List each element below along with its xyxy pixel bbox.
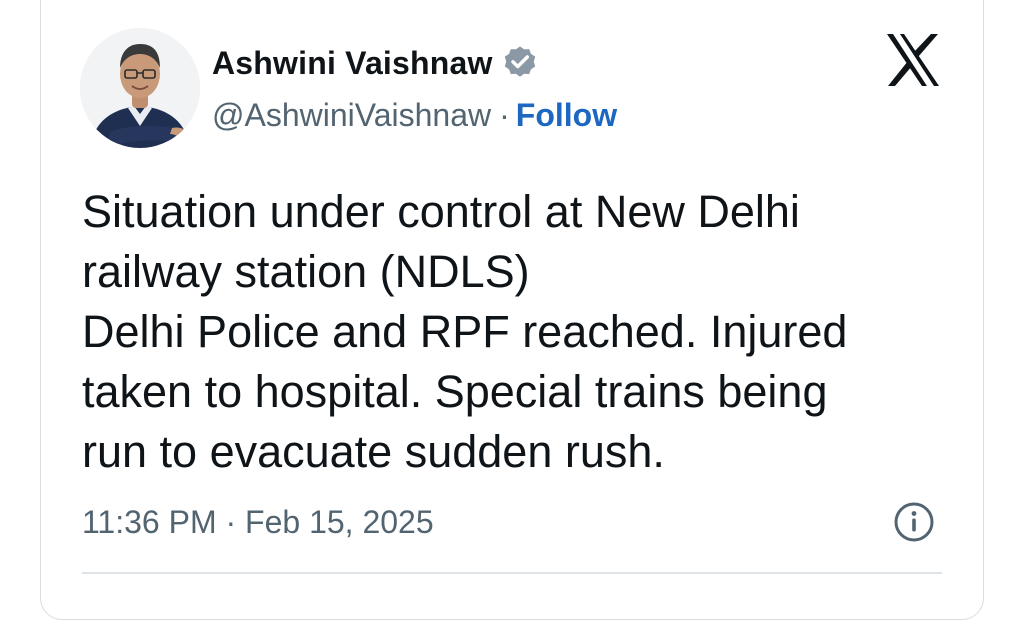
follow-button[interactable]: Follow xyxy=(516,97,617,134)
tweet-timestamp[interactable]: 11:36 PM · Feb 15, 2025 xyxy=(82,500,434,544)
author-avatar[interactable] xyxy=(80,28,200,148)
tweet-date: Feb 15, 2025 xyxy=(245,504,434,540)
info-icon[interactable] xyxy=(892,500,936,544)
tweet-line: Situation under control at New Delhi xyxy=(82,186,800,237)
tweet-line: Delhi Police and RPF reached. Injured xyxy=(82,306,848,357)
footer-divider xyxy=(82,572,942,574)
timestamp-separator: · xyxy=(225,504,237,540)
author-name-row: Ashwini Vaishnaw xyxy=(212,43,539,83)
author-display-name[interactable]: Ashwini Vaishnaw xyxy=(212,45,493,82)
tweet-line: railway station (NDLS) xyxy=(82,246,530,297)
profile-photo-icon xyxy=(80,28,200,148)
tweet-line: taken to hospital. Special trains being xyxy=(82,366,828,417)
author-handle[interactable]: @AshwiniVaishnaw xyxy=(212,97,491,134)
handle-separator: · xyxy=(499,96,510,133)
tweet-line: run to evacuate sudden rush. xyxy=(82,426,665,477)
tweet-body: Situation under control at New Delhi rai… xyxy=(82,182,942,482)
x-logo-icon[interactable] xyxy=(884,32,942,88)
tweet-time: 11:36 PM xyxy=(82,504,217,540)
author-handle-row: @AshwiniVaishnaw · Follow xyxy=(212,95,617,135)
verified-badge-icon xyxy=(501,44,539,82)
